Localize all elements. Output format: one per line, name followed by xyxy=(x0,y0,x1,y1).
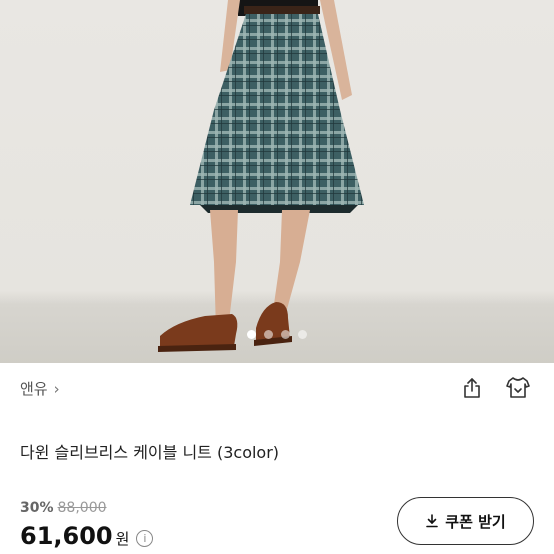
chevron-right-icon: › xyxy=(53,379,60,398)
currency-label: 원 xyxy=(115,530,130,548)
carousel-dot[interactable] xyxy=(298,330,307,339)
carousel-dot[interactable] xyxy=(247,330,256,339)
product-title: 다윈 슬리브리스 케이블 니트 (3color) xyxy=(20,443,280,462)
brand-link[interactable]: 앤유 › xyxy=(20,378,60,399)
share-icon xyxy=(464,378,480,398)
carousel-dot[interactable] xyxy=(264,330,273,339)
sale-price-row: 61,600 원 i xyxy=(20,522,154,550)
share-button[interactable] xyxy=(457,373,487,403)
carousel-dot[interactable] xyxy=(281,330,290,339)
carousel-indicator[interactable] xyxy=(0,330,554,339)
original-price: 88,000 xyxy=(57,500,107,516)
price-meta: 30% 88,000 xyxy=(20,500,107,516)
hanger-icon xyxy=(506,377,530,398)
coupon-button[interactable]: 쿠폰 받기 xyxy=(397,497,534,545)
coupon-label: 쿠폰 받기 xyxy=(445,512,506,531)
product-photo xyxy=(158,0,364,352)
sale-price: 61,600 xyxy=(20,522,113,550)
add-to-closet-button[interactable] xyxy=(503,373,533,403)
product-image[interactable] xyxy=(0,0,554,363)
brand-name: 앤유 xyxy=(20,380,48,398)
download-icon xyxy=(426,514,439,528)
discount-rate: 30% xyxy=(20,500,54,516)
info-icon[interactable]: i xyxy=(136,530,154,547)
